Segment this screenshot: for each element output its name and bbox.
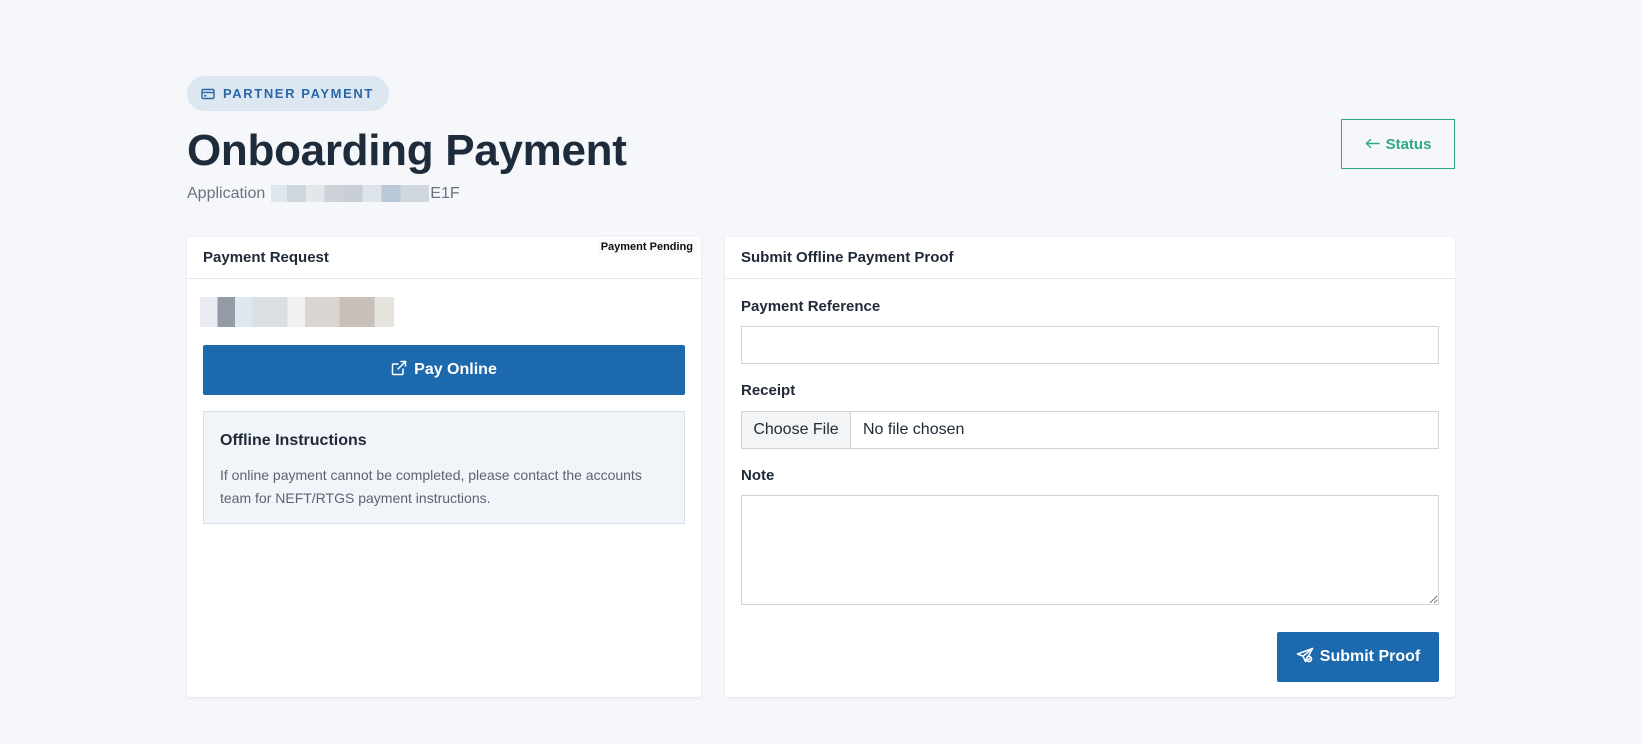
submit-proof-button[interactable]: Submit Proof: [1277, 632, 1439, 682]
page-container: PARTNER PAYMENT Onboarding Payment Appli…: [187, 76, 1455, 697]
payment-request-title: Payment Request: [203, 249, 329, 266]
payment-reference-input[interactable]: [741, 326, 1439, 364]
status-button-label: Status: [1385, 135, 1432, 153]
receipt-file-input[interactable]: Choose File No file chosen: [741, 411, 1439, 449]
offline-proof-title: Submit Offline Payment Proof: [741, 249, 954, 266]
payment-request-card: Payment Request Payment Pending Pay Onli…: [187, 237, 701, 697]
offline-instructions-title: Offline Instructions: [220, 432, 367, 449]
send-icon: [1296, 647, 1314, 668]
cards-row: Payment Request Payment Pending Pay Onli…: [187, 237, 1455, 697]
pill-label: PARTNER PAYMENT: [223, 86, 374, 101]
pay-online-label: Pay Online: [414, 361, 497, 378]
redacted-application-id: [271, 185, 430, 203]
choose-file-button[interactable]: Choose File: [742, 412, 851, 448]
offline-proof-header: Submit Offline Payment Proof: [725, 237, 1455, 279]
offline-instructions: Offline Instructions If online payment c…: [203, 411, 685, 524]
submit-proof-label: Submit Proof: [1319, 648, 1421, 665]
offline-proof-card: Submit Offline Payment Proof Payment Ref…: [725, 237, 1455, 697]
page-title: Onboarding Payment: [187, 126, 627, 175]
offline-instructions-text: If online payment cannot be completed, p…: [220, 467, 642, 506]
payment-reference-label: Payment Reference: [741, 298, 881, 315]
application-id: Application E1F: [187, 185, 1455, 203]
status-button[interactable]: Status: [1341, 119, 1455, 169]
note-textarea[interactable]: [741, 495, 1439, 605]
receipt-label: Receipt: [741, 382, 796, 399]
redacted-amount: [200, 297, 394, 327]
status-badge: Payment Pending: [596, 239, 697, 255]
note-label: Note: [741, 467, 775, 484]
external-link-icon: [391, 360, 407, 381]
application-suffix: E1F: [430, 184, 460, 202]
application-prefix: Application: [187, 184, 266, 202]
card-icon: [201, 88, 215, 100]
partner-payment-pill: PARTNER PAYMENT: [187, 76, 389, 111]
arrow-left-icon: [1365, 136, 1380, 153]
pay-online-button[interactable]: Pay Online: [203, 345, 685, 395]
payment-request-header: Payment Request Payment Pending: [187, 237, 701, 279]
file-status-text: No file chosen: [863, 421, 965, 438]
